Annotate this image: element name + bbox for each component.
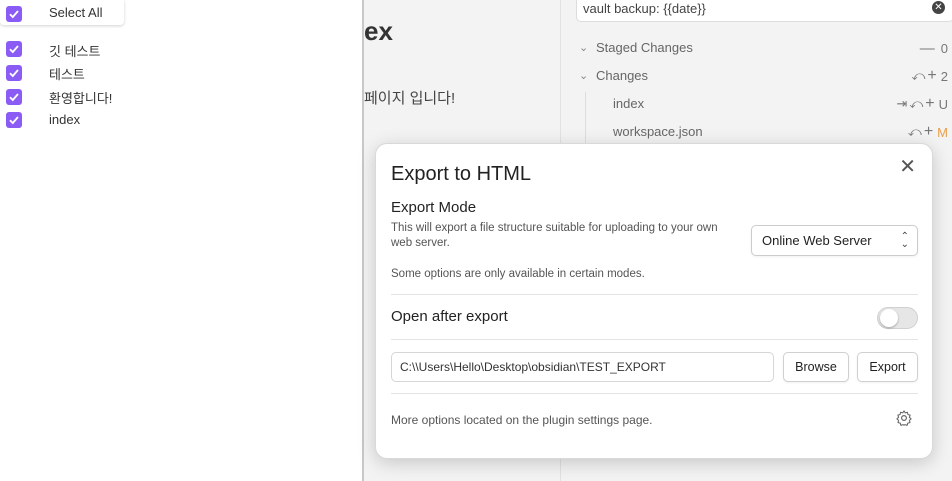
divider	[391, 393, 918, 394]
checkbox-icon	[9, 116, 19, 125]
plus-icon[interactable]: +	[924, 123, 933, 141]
document-title: ex	[364, 16, 393, 46]
checkbox-icon	[9, 69, 19, 78]
select-all-label: Select All	[49, 5, 103, 20]
undo-icon[interactable]: ⤺	[912, 68, 926, 84]
modal-title: Export to HTML	[391, 163, 532, 185]
changed-file-item[interactable]: index	[613, 96, 644, 111]
tree-item-checkbox[interactable]	[6, 41, 22, 57]
select-all-checkbox[interactable]	[6, 6, 22, 22]
changes-actions: ⤺ + 2	[912, 67, 948, 85]
export-mode-heading: Export Mode	[391, 199, 477, 216]
tree-item-checkbox[interactable]	[6, 112, 22, 128]
staged-changes-actions: — 0	[920, 40, 948, 57]
undo-icon[interactable]: ⤺	[908, 124, 922, 140]
checkbox-icon	[9, 93, 19, 102]
plus-icon[interactable]: +	[925, 95, 934, 113]
staged-changes-header[interactable]: Staged Changes	[596, 40, 693, 55]
tree-item-label: 환영합니다!	[49, 91, 113, 106]
file-status: M	[937, 124, 948, 140]
file-actions: ⤺ + M	[908, 123, 948, 141]
divider	[391, 339, 918, 340]
tree-item-label: 깃 테스트	[49, 44, 101, 59]
commit-message-input[interactable]: vault backup: {{date}} ✕	[576, 0, 952, 22]
more-options-note: More options located on the plugin setti…	[391, 413, 653, 427]
close-icon[interactable]: ✕	[899, 154, 916, 179]
open-file-icon[interactable]: ⇥	[896, 96, 907, 112]
tree-item-label: 테스트	[49, 67, 85, 82]
export-button[interactable]: Export	[857, 352, 918, 382]
minus-icon[interactable]: —	[920, 40, 935, 57]
toggle-knob	[880, 309, 898, 327]
export-html-modal: ✕ Export to HTML Export Mode This will e…	[375, 143, 933, 459]
divider	[391, 294, 918, 295]
file-status: U	[938, 96, 948, 112]
chevron-down-icon[interactable]: ⌄	[579, 41, 588, 54]
export-mode-description: This will export a file structure suitab…	[391, 222, 718, 249]
gear-icon[interactable]	[895, 409, 913, 427]
open-after-export-toggle[interactable]	[877, 307, 918, 329]
changes-header[interactable]: Changes	[596, 68, 648, 83]
changed-file-item[interactable]: workspace.json	[613, 124, 703, 139]
export-path-input[interactable]: C:\\Users\Hello\Desktop\obsidian\TEST_EX…	[391, 352, 774, 382]
chevron-down-icon[interactable]: ⌄	[579, 69, 588, 82]
open-after-export-label: Open after export	[391, 308, 508, 325]
export-mode-note: Some options are only available in certa…	[391, 268, 645, 280]
export-mode-value: Online Web Server	[762, 233, 872, 248]
export-path-value: C:\\Users\Hello\Desktop\obsidian\TEST_EX…	[400, 360, 666, 374]
chevron-updown-icon: ⌃ ⌄	[900, 231, 909, 250]
tree-item-checkbox[interactable]	[6, 65, 22, 81]
clear-icon[interactable]: ✕	[932, 1, 945, 14]
export-mode-select[interactable]: Online Web Server ⌃ ⌄	[751, 225, 918, 256]
plus-icon[interactable]: +	[927, 67, 936, 85]
browse-button[interactable]: Browse	[783, 352, 849, 382]
export-file-tree: Select All 깃 테스트 테스트 환영합니다! index	[0, 0, 362, 481]
staged-count: 0	[940, 41, 948, 56]
undo-icon[interactable]: ⤺	[909, 96, 923, 112]
commit-message-text: vault backup: {{date}}	[583, 1, 706, 16]
document-text: 페이지 입니다!	[364, 90, 456, 107]
changes-count: 2	[940, 68, 948, 84]
checkbox-icon	[9, 45, 19, 54]
file-actions: ⇥ ⤺ + U	[896, 95, 948, 113]
tree-item-label: index	[49, 112, 81, 127]
tree-item-checkbox[interactable]	[6, 89, 22, 105]
checkbox-icon	[9, 10, 19, 19]
